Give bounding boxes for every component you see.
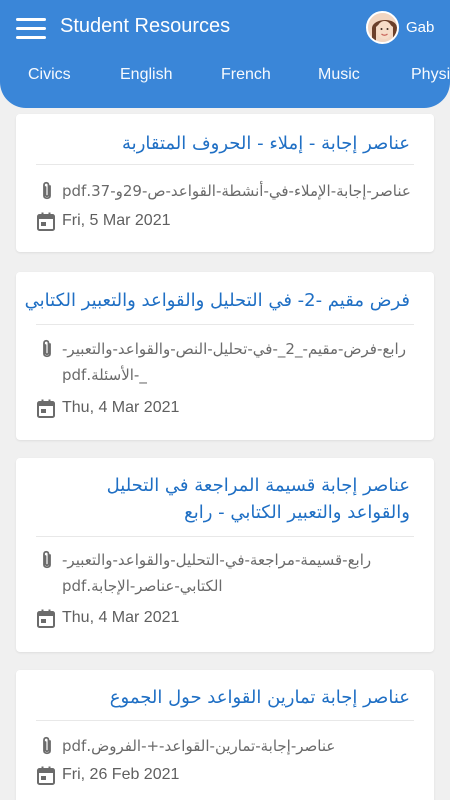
paperclip-icon xyxy=(43,736,51,755)
app-title: Student Resources xyxy=(60,15,231,37)
resource-title[interactable]: عناصر إجابة - إملاء - الحروف المتقاربة xyxy=(122,130,410,157)
calendar-icon xyxy=(37,609,55,628)
divider xyxy=(36,164,414,165)
attachment-file[interactable]: عناصر-إجابة-الإملاء-في-أنشطة-القواعد-ص-2… xyxy=(62,178,412,204)
tab-french[interactable]: French xyxy=(221,66,271,84)
tab-civics[interactable]: Civics xyxy=(28,66,71,84)
user-name[interactable]: Gab xyxy=(406,19,434,36)
app-header: Student Resources Gab Civics English Fre… xyxy=(0,0,450,108)
divider xyxy=(36,536,414,537)
avatar-image xyxy=(368,13,397,42)
divider xyxy=(36,324,414,325)
paperclip-icon xyxy=(43,339,51,358)
calendar-icon xyxy=(37,212,55,231)
resource-title[interactable]: عناصر إجابة تمارين القواعد حول الجموع xyxy=(110,684,410,711)
paperclip-icon xyxy=(43,181,51,200)
paperclip-icon xyxy=(43,550,51,569)
resource-card[interactable]: عناصر إجابة تمارين القواعد حول الجموع عن… xyxy=(16,670,434,800)
avatar[interactable] xyxy=(366,11,399,44)
menu-icon[interactable] xyxy=(16,18,46,40)
resource-card[interactable]: عناصر إجابة قسيمة المراجعة في التحليل وا… xyxy=(16,458,434,652)
resource-date: Thu, 4 Mar 2021 xyxy=(62,399,180,416)
resource-date: Fri, 26 Feb 2021 xyxy=(62,766,180,783)
attachment-file[interactable]: عناصر-إجابة-تمارين-القواعد-+-الفروض.pdf xyxy=(62,733,412,759)
calendar-icon xyxy=(37,766,55,785)
resource-list: عناصر إجابة - إملاء - الحروف المتقاربة ع… xyxy=(0,0,450,800)
resource-date: Fri, 5 Mar 2021 xyxy=(62,212,171,229)
resource-title[interactable]: فرض مقيم -2- في التحليل والقواعد والتعبي… xyxy=(25,287,410,314)
resource-card[interactable]: عناصر إجابة - إملاء - الحروف المتقاربة ع… xyxy=(16,114,434,252)
resource-title[interactable]: عناصر إجابة قسيمة المراجعة في التحليل وا… xyxy=(40,472,410,526)
resource-date: Thu, 4 Mar 2021 xyxy=(62,609,180,626)
calendar-icon xyxy=(37,399,55,418)
subject-tabs: Civics English French Music Physi xyxy=(0,66,450,92)
tab-english[interactable]: English xyxy=(120,66,172,84)
divider xyxy=(36,720,414,721)
resource-card[interactable]: فرض مقيم -2- في التحليل والقواعد والتعبي… xyxy=(16,272,434,440)
attachment-file[interactable]: رابع-فرض-مقيم-_2_-في-تحليل-النص-والقواعد… xyxy=(62,336,412,388)
tab-music[interactable]: Music xyxy=(318,66,360,84)
tab-physics[interactable]: Physi xyxy=(411,66,450,84)
attachment-file[interactable]: رابع-قسيمة-مراجعة-في-التحليل-والقواعد-وا… xyxy=(62,547,412,599)
